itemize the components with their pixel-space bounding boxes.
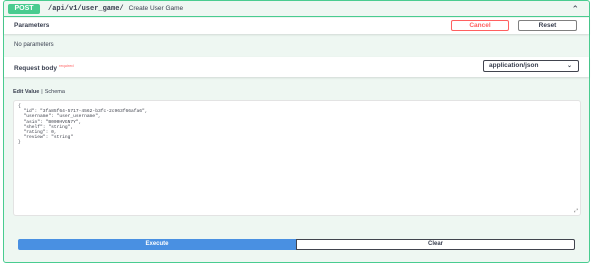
operation-block: POST /api/v1/user_game/ Create User Game… — [3, 0, 590, 263]
reset-button[interactable]: Reset — [518, 20, 577, 31]
content-type-select[interactable]: application/json ⌄ — [483, 60, 579, 72]
resize-handle-icon[interactable]: ⤢ — [574, 208, 578, 214]
parameters-header: Parameters Cancel Reset — [4, 18, 589, 34]
tab-edit-value[interactable]: Edit Value — [13, 89, 39, 95]
request-body-editor[interactable]: { "id": "3fa85f64-5717-4562-b3fc-2c963f6… — [13, 100, 581, 216]
operation-description: Create User Game — [128, 5, 184, 12]
endpoint-path: /api/v1/user_game/ — [48, 4, 124, 13]
request-body-label: Request body — [14, 65, 57, 73]
request-body-header: Request body required application/json ⌄ — [4, 57, 589, 77]
chevron-up-icon[interactable]: ⌃ — [571, 2, 579, 16]
chevron-down-icon: ⌄ — [566, 63, 572, 69]
execute-button[interactable]: Execute — [18, 239, 296, 250]
parameters-title: Parameters — [14, 22, 50, 29]
tab-separator: | — [41, 89, 43, 95]
request-body-json[interactable]: { "id": "3fa85f64-5717-4562-b3fc-2c963f6… — [18, 104, 148, 145]
method-badge: POST — [8, 3, 40, 14]
no-parameters-text: No parameters — [14, 42, 54, 48]
content-type-value: application/json — [489, 62, 539, 69]
required-marker: required — [58, 63, 74, 68]
clear-button[interactable]: Clear — [296, 239, 575, 250]
operation-summary[interactable]: POST /api/v1/user_game/ Create User Game… — [4, 1, 589, 17]
cancel-button[interactable]: Cancel — [451, 20, 509, 31]
tab-schema[interactable]: Schema — [45, 89, 65, 95]
execute-actions: Execute Clear — [18, 239, 575, 250]
request-body-title: Request body required — [14, 63, 74, 72]
body-tabs: Edit Value | Schema — [13, 89, 65, 95]
